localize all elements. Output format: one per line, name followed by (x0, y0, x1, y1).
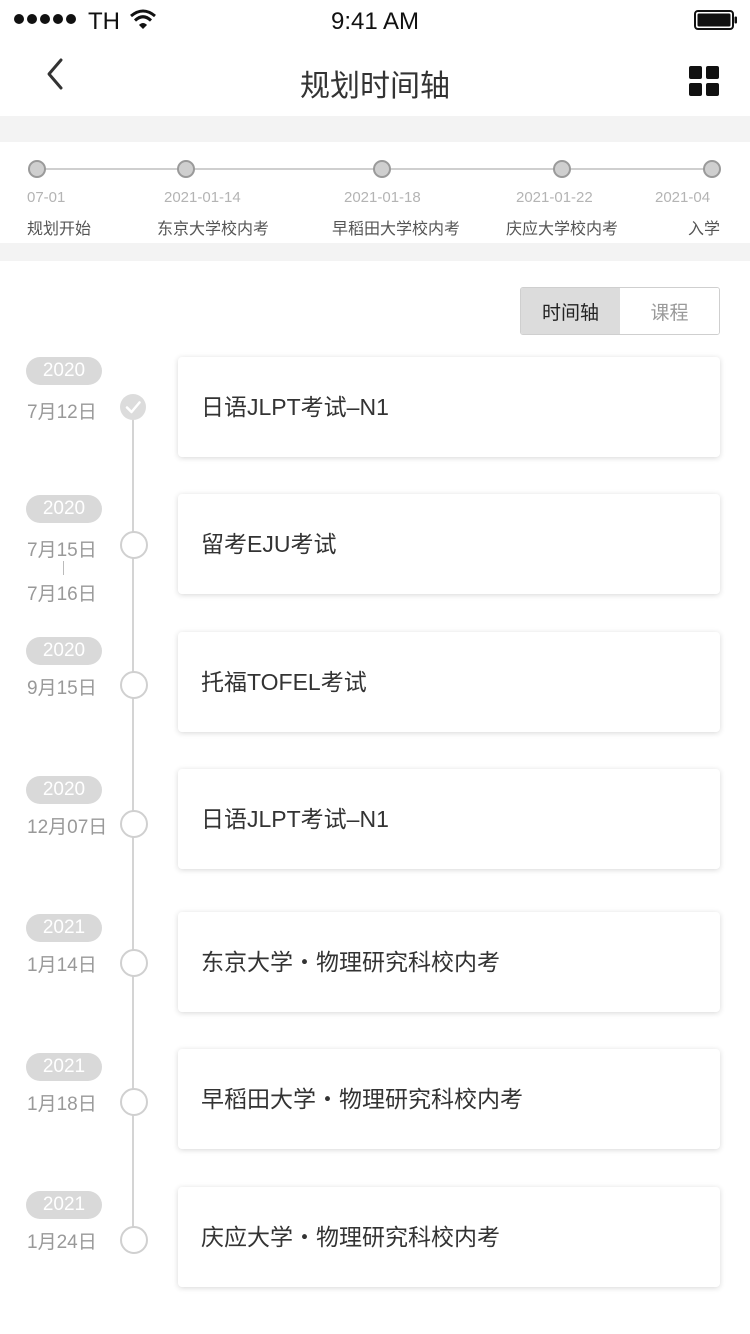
timeline-node (120, 949, 148, 977)
grid-menu-icon[interactable] (688, 65, 720, 97)
milestone-date: 2021-01-18 (344, 189, 421, 206)
event-card[interactable]: 早稻田大学・物理研究科校内考 (178, 1049, 720, 1149)
tab-courses[interactable]: 课程 (620, 288, 719, 334)
event-date: 1月14日 (27, 955, 97, 976)
event-card[interactable]: 日语JLPT考试–N1 (178, 357, 720, 457)
event-date: 1月24日 (27, 1232, 97, 1253)
section-divider (0, 243, 750, 261)
event-year-badge: 2020 (26, 357, 102, 385)
event-card[interactable]: 庆应大学・物理研究科校内考 (178, 1187, 720, 1287)
milestone-strip: 07-01 规划开始 2021-01-14 东京大学校内考 2021-01-18… (0, 142, 750, 243)
event-title: 日语JLPT考试–N1 (201, 806, 389, 832)
event-date: 7月12日 (27, 402, 97, 423)
milestone-date: 07-01 (27, 189, 66, 206)
milestone-dot (703, 160, 721, 178)
view-toggle: 时间轴 课程 (520, 287, 720, 335)
event-title: 托福TOFEL考试 (201, 669, 367, 695)
timeline-node (120, 531, 148, 559)
timeline-node (120, 1088, 148, 1116)
milestone-date: 2021-01-22 (516, 189, 593, 206)
page-title: 规划时间轴 (300, 70, 450, 103)
event-year-badge: 2021 (26, 914, 102, 942)
status-bar: TH 9:41 AM (0, 0, 750, 44)
date-range-separator (63, 561, 64, 575)
event-date-end: 7月16日 (27, 584, 97, 605)
section-divider (0, 116, 750, 142)
check-circle-icon (120, 394, 146, 420)
event-date: 9月15日 (27, 678, 97, 699)
milestone-name: 规划开始 (27, 221, 92, 238)
event-title: 东京大学・物理研究科校内考 (201, 949, 500, 975)
event-title: 庆应大学・物理研究科校内考 (201, 1224, 500, 1250)
milestone-name: 庆应大学校内考 (506, 221, 619, 238)
status-time: 9:41 AM (330, 8, 420, 35)
event-date: 7月15日 (27, 540, 97, 561)
milestone-dot (28, 160, 46, 178)
battery-icon (694, 10, 737, 30)
timeline-node (120, 1226, 148, 1254)
event-card[interactable]: 托福TOFEL考试 (178, 632, 720, 732)
milestone-dot (177, 160, 195, 178)
timeline-node (120, 671, 148, 699)
tab-timeline[interactable]: 时间轴 (521, 288, 620, 334)
event-year-badge: 2021 (26, 1191, 102, 1219)
milestone-name: 东京大学校内考 (157, 221, 270, 238)
event-card[interactable]: 日语JLPT考试–N1 (178, 769, 720, 869)
milestone-dot (373, 160, 391, 178)
event-year-badge: 2020 (26, 495, 102, 523)
milestone-name: 早稻田大学校内考 (332, 221, 461, 238)
event-year-badge: 2020 (26, 637, 102, 665)
timeline-node (120, 810, 148, 838)
navigation-bar: 规划时间轴 (0, 44, 750, 117)
event-card[interactable]: 留考EJU考试 (178, 494, 720, 594)
milestone-name: 入学 (688, 221, 721, 238)
event-date: 12月07日 (27, 817, 108, 838)
event-title: 日语JLPT考试–N1 (201, 394, 389, 420)
milestone-date: 2021-04 (655, 189, 711, 206)
event-card[interactable]: 东京大学・物理研究科校内考 (178, 912, 720, 1012)
event-year-badge: 2020 (26, 776, 102, 804)
event-year-badge: 2021 (26, 1053, 102, 1081)
milestone-dot (553, 160, 571, 178)
event-title: 早稻田大学・物理研究科校内考 (201, 1086, 523, 1112)
milestone-date: 2021-01-14 (164, 189, 241, 206)
event-title: 留考EJU考试 (201, 531, 337, 557)
event-date: 1月18日 (27, 1094, 97, 1115)
